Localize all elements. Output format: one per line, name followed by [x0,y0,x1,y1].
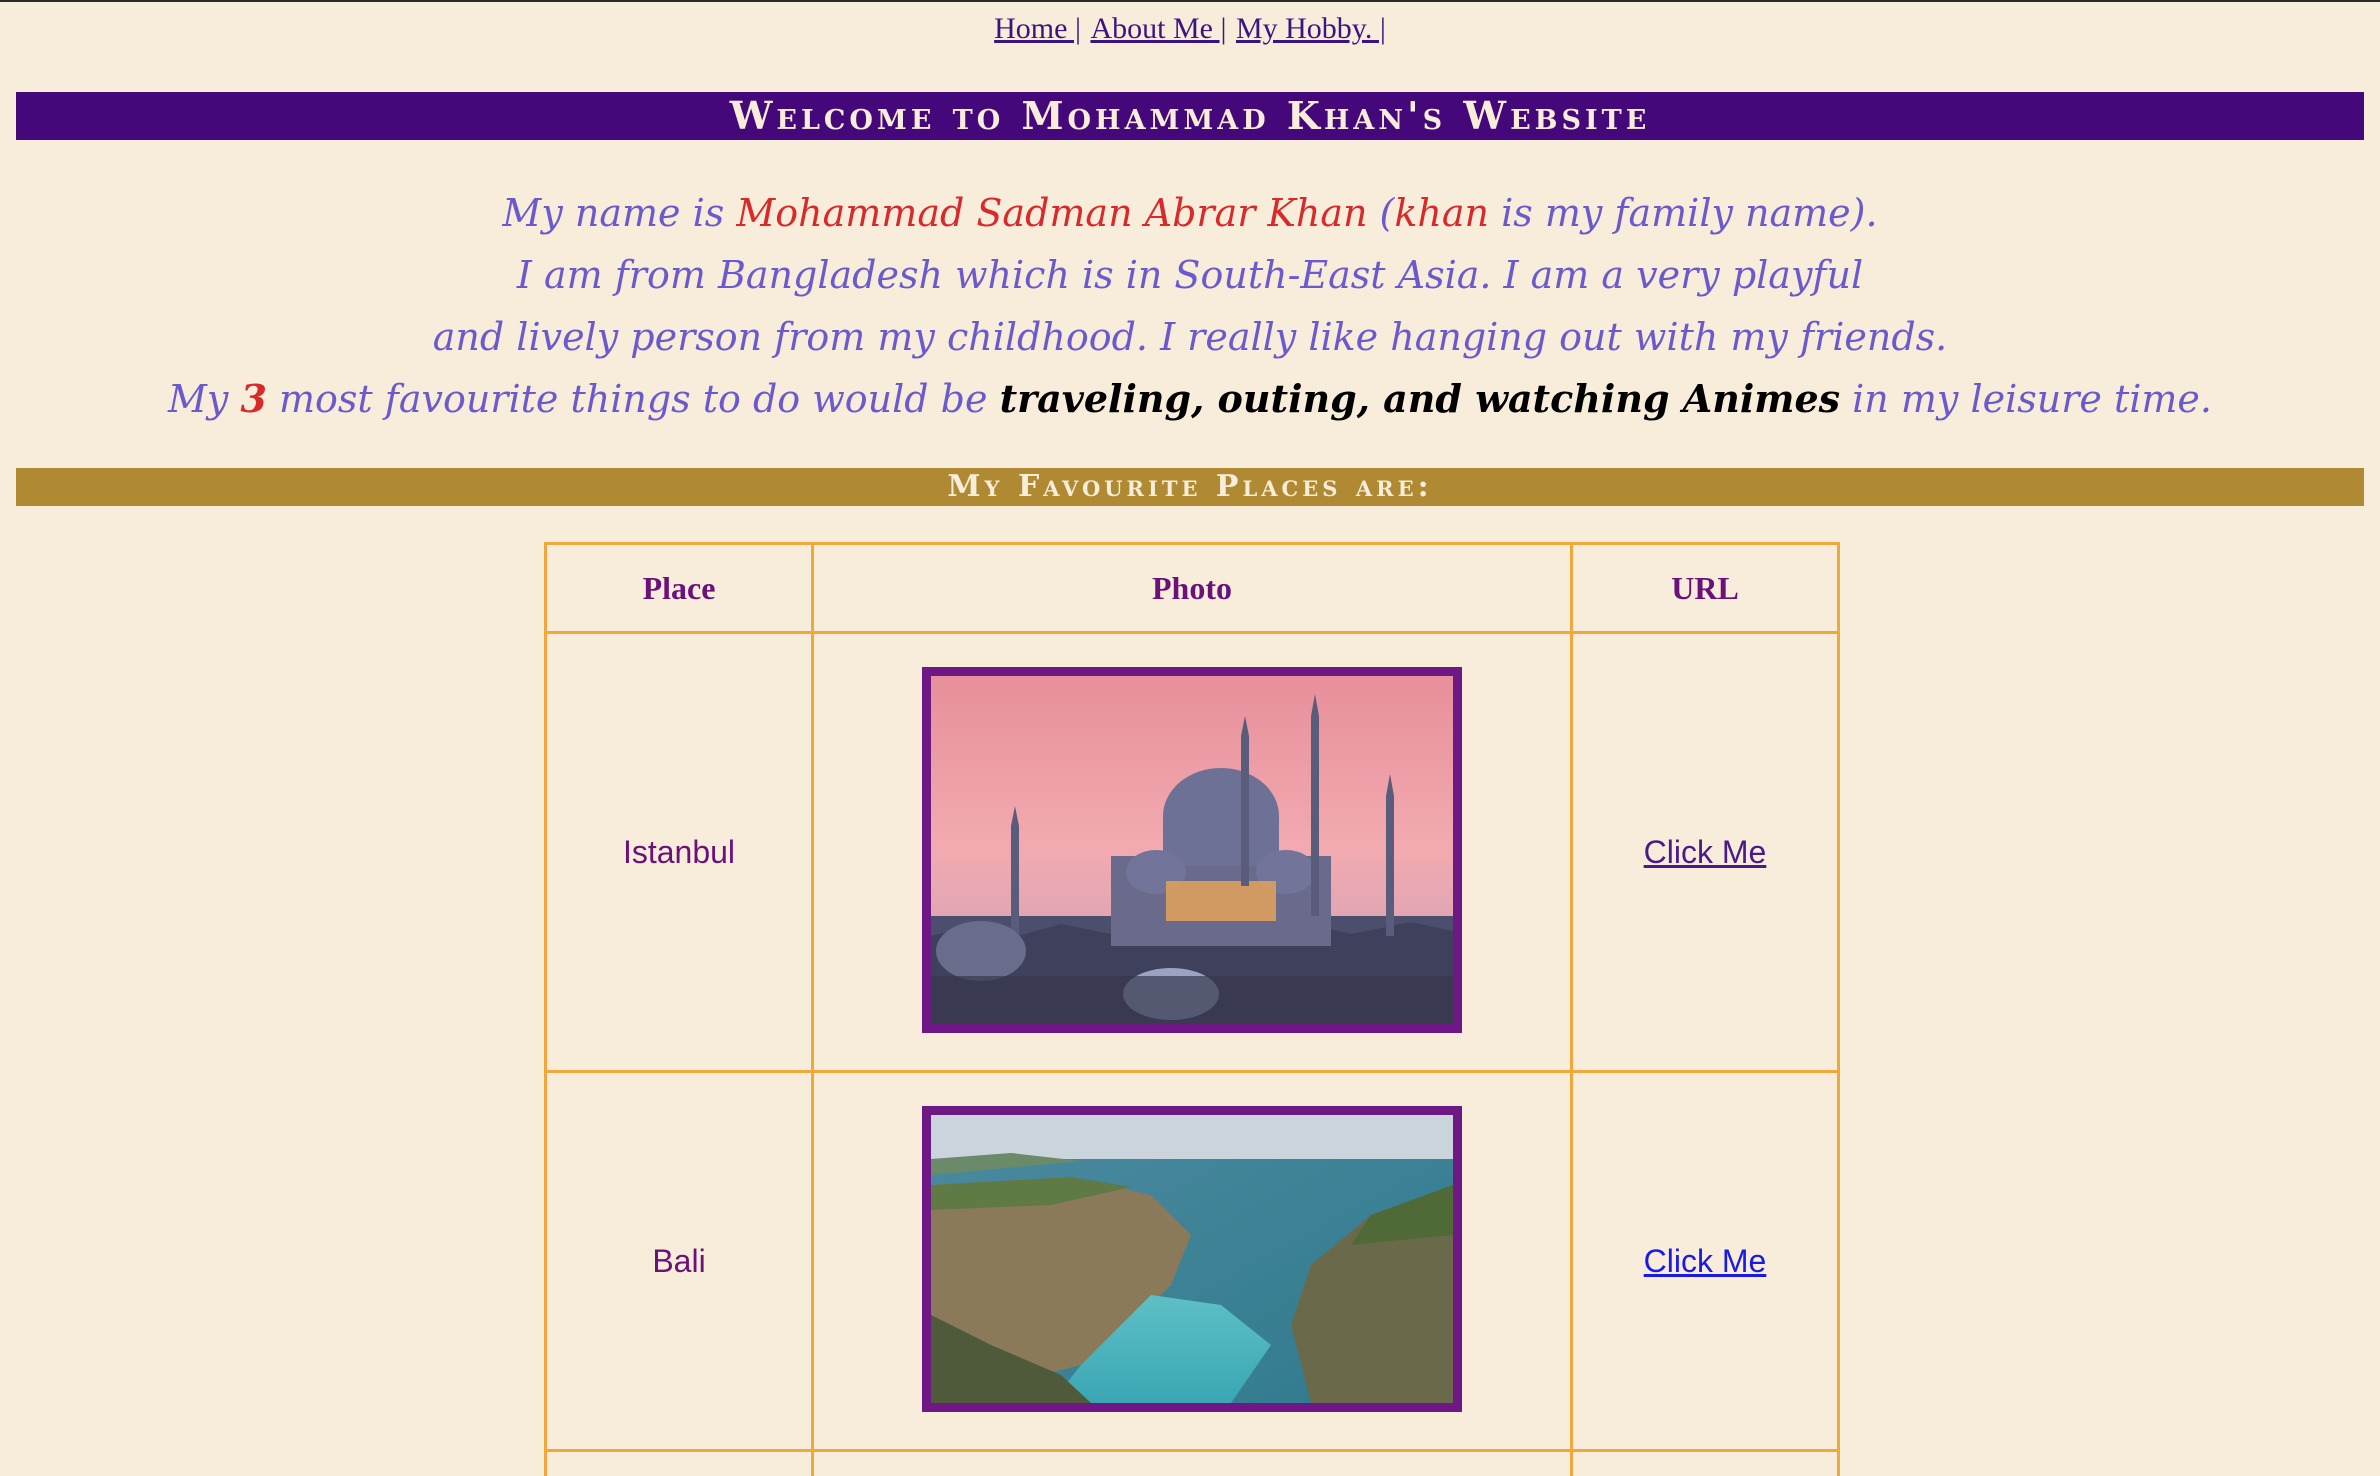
intro-paragraph: My name is Mohammad Sadman Abrar Khan (k… [0,182,2380,430]
url-cell: Click Me [1570,1070,1840,1452]
photo-cell [811,1070,1573,1452]
bali-click-me-link[interactable]: Click Me [1644,1243,1767,1279]
photo-cell [811,1449,1573,1476]
column-header-url: URL [1570,542,1840,634]
intro-line-3: and lively person from my childhood. I r… [432,315,1948,359]
intro-text: My name is [502,191,737,235]
full-name: Mohammad Sadman Abrar Khan [736,191,1368,235]
places-banner: My Favourite Places are: [16,468,2364,506]
url-cell: Click Me [1570,631,1840,1073]
places-table: Place Photo URL Istanbul Click Me Bali C… [544,542,1840,1476]
table-row [544,1449,1840,1476]
istanbul-mosque-photo [922,666,1462,1033]
top-nav: Home | About Me | My Hobby. | [0,12,2380,46]
intro-line-2: I am from Bangladesh which is in South-E… [516,253,1864,297]
nav-link-home[interactable]: Home | [994,12,1081,45]
nav-link-about-me[interactable]: About Me | [1090,12,1226,45]
hobby-list: traveling, outing, and watching Animes [999,376,1841,421]
intro-text: is my family name). [1489,191,1878,235]
table-header-row: Place Photo URL [544,542,1840,634]
photo-cell [811,631,1573,1073]
intro-line-1: My name is Mohammad Sadman Abrar Khan (k… [0,182,2380,244]
family-name: khan [1394,191,1490,235]
place-name-cell [544,1449,814,1476]
table-row: Istanbul Click Me [544,631,1840,1073]
url-cell [1570,1449,1840,1476]
place-name-cell: Bali [544,1070,814,1452]
column-header-photo: Photo [811,542,1573,634]
intro-text: ( [1367,191,1395,235]
nav-link-my-hobby[interactable]: My Hobby. | [1236,12,1386,45]
window-top-border [0,0,2380,2]
intro-line-4: My 3 most favourite things to do would b… [0,368,2380,430]
welcome-banner: Welcome to Mohammad Khan's Website [16,92,2364,140]
istanbul-click-me-link[interactable]: Click Me [1644,834,1767,870]
intro-text: My [168,377,241,421]
intro-text: most favourite things to do would be [266,377,1000,421]
place-name-cell: Istanbul [544,631,814,1073]
bali-coast-photo [922,1105,1462,1412]
bali-photo-image [931,1114,1453,1403]
hobby-count: 3 [240,376,267,421]
intro-text: in my leisure time. [1840,377,2212,421]
table-row: Bali Click Me [544,1070,1840,1452]
column-header-place: Place [544,542,814,634]
istanbul-photo-image [931,675,1453,1024]
